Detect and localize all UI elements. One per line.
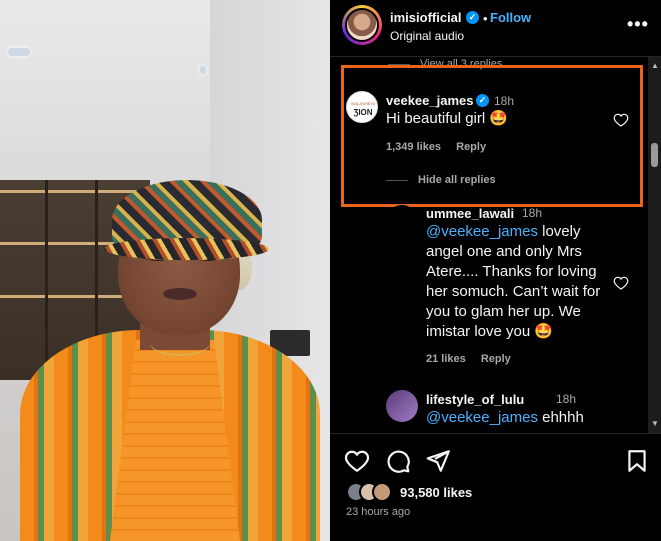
ceiling-light xyxy=(200,66,206,74)
mention-link[interactable]: @veekee_james xyxy=(426,409,538,426)
avatar[interactable] xyxy=(386,390,418,422)
more-options-icon[interactable]: ••• xyxy=(627,14,649,35)
post-header: imisiofficial ✓ • Follow Original audio … xyxy=(330,0,661,57)
comment-text: Hi beautiful girl 🤩 xyxy=(386,109,508,129)
like-heart-icon[interactable] xyxy=(344,448,370,474)
scroll-down-icon[interactable]: ▼ xyxy=(651,419,659,428)
comments-list: View all 3 replies ISALASHEYA ƷION veeke… xyxy=(330,57,661,433)
reply-button[interactable]: Reply xyxy=(456,141,486,153)
share-icon[interactable] xyxy=(425,448,451,474)
ceiling-light xyxy=(8,48,30,56)
liker-avatars[interactable] xyxy=(346,482,406,502)
star-struck-emoji: 🤩 xyxy=(489,110,509,127)
hat-brim xyxy=(104,238,269,260)
comment-icon[interactable] xyxy=(385,448,411,474)
hide-replies-label: Hide all replies xyxy=(418,174,496,186)
verified-check-icon: ✓ xyxy=(466,11,479,24)
avatar[interactable] xyxy=(345,8,379,42)
comment-body: Hi beautiful girl xyxy=(386,110,486,127)
separator-dot: • xyxy=(483,11,488,26)
svg-text:ISALASHEYA: ISALASHEYA xyxy=(351,101,376,106)
comment-username[interactable]: veekee_james xyxy=(386,93,473,108)
mention-link[interactable]: @veekee_james xyxy=(426,223,538,240)
avatar[interactable]: ISALASHEYA ƷION xyxy=(346,91,378,123)
comment-username[interactable]: lifestyle_of_lulu xyxy=(426,392,524,407)
scroll-up-icon[interactable]: ▲ xyxy=(651,61,659,70)
like-heart-icon[interactable] xyxy=(613,112,629,128)
verified-check-icon: ✓ xyxy=(476,94,489,107)
post-likes[interactable]: 93,580 likes xyxy=(400,485,472,500)
comment-username[interactable]: ummee_lawali xyxy=(426,206,514,221)
comment-likes[interactable]: 1,349 likes xyxy=(386,141,441,153)
comment-body: ehhhh xyxy=(537,409,584,426)
comment-time: 18h xyxy=(556,392,577,406)
brand-logo-icon: ISALASHEYA ƷION xyxy=(351,101,376,117)
hide-replies-button[interactable]: Hide all replies xyxy=(386,174,496,186)
follow-button[interactable]: Follow xyxy=(490,10,531,25)
comment-time: 18h xyxy=(522,206,543,220)
comment-time: 18h xyxy=(494,94,515,108)
comment-body: lovely angel one and only Mrs Atere.... … xyxy=(426,223,601,340)
reply-button[interactable]: Reply xyxy=(481,353,511,365)
scrollbar[interactable]: ▲ ▼ xyxy=(648,57,661,433)
post-media[interactable] xyxy=(0,0,330,541)
comment-meta: 21 likes Reply xyxy=(426,353,523,365)
svg-text:ƷION: ƷION xyxy=(353,108,372,117)
comment-meta: 1,349 likes Reply xyxy=(386,141,498,153)
post-username[interactable]: imisiofficial xyxy=(390,10,462,25)
comment-text: @veekee_james lovely angel one and only … xyxy=(426,222,616,342)
like-heart-icon[interactable] xyxy=(613,275,629,291)
post-actions: 93,580 likes 23 hours ago xyxy=(330,433,661,541)
star-struck-emoji: 🤩 xyxy=(534,323,554,340)
comment-likes[interactable]: 21 likes xyxy=(426,353,466,365)
post-time-ago[interactable]: 23 hours ago xyxy=(346,506,410,518)
post-side-panel: imisiofficial ✓ • Follow Original audio … xyxy=(330,0,661,541)
avatar[interactable] xyxy=(386,205,418,237)
original-audio-link[interactable]: Original audio xyxy=(390,29,464,43)
save-bookmark-icon[interactable] xyxy=(624,448,650,474)
mouth xyxy=(163,288,197,300)
comment-text: @veekee_james ehhhh xyxy=(426,408,616,428)
scroll-thumb[interactable] xyxy=(651,143,658,167)
